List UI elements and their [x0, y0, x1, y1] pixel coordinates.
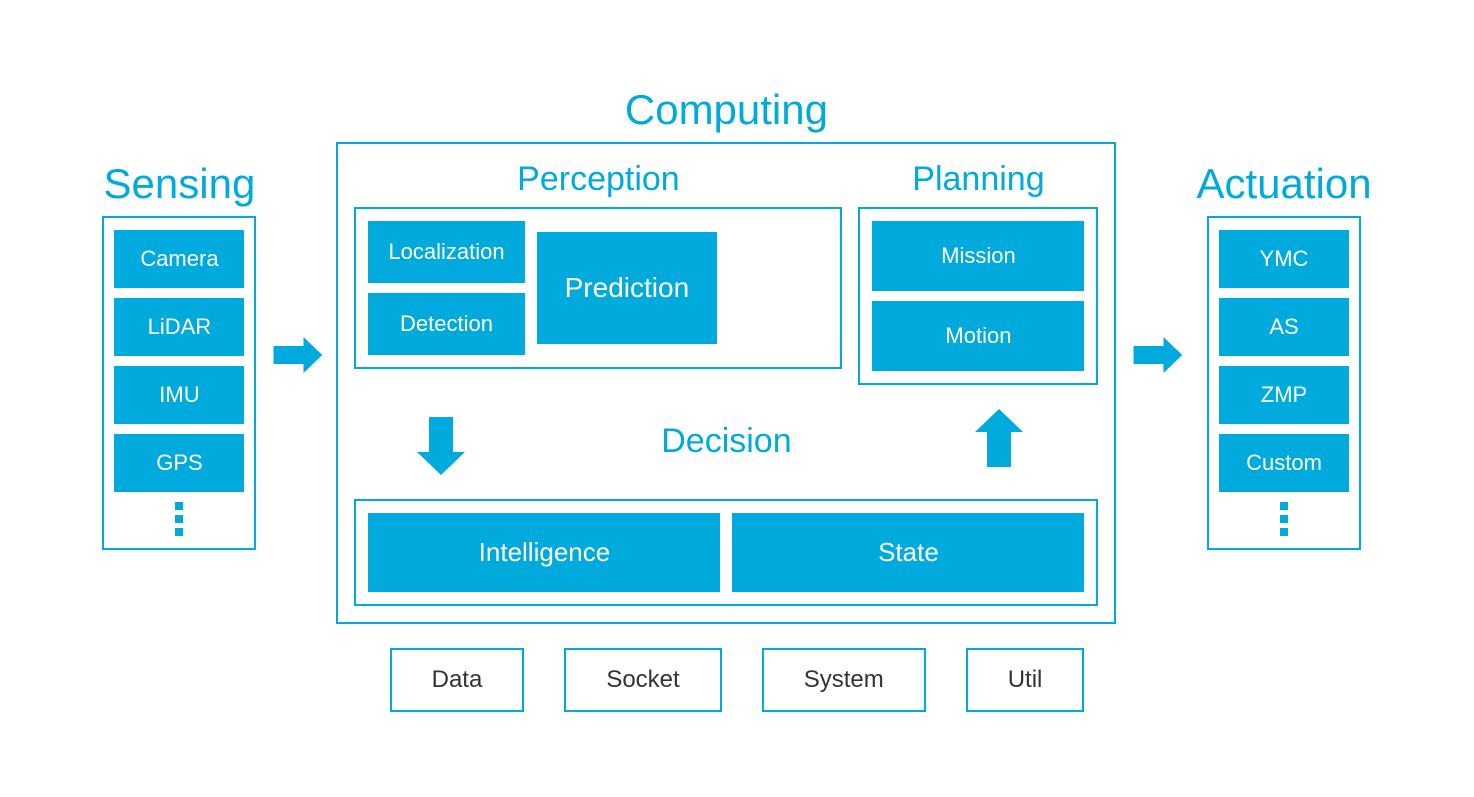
bottom-system: System	[762, 648, 926, 712]
arrow-computing-actuation	[1126, 325, 1186, 385]
intelligence-box: Intelligence	[368, 513, 720, 592]
main-row: Sensing Camera LiDAR IMU GPS Computing	[0, 86, 1474, 624]
bottom-util: Util	[966, 648, 1085, 712]
dot-1	[175, 502, 183, 510]
dot-a1	[1280, 502, 1288, 510]
computing-section: Computing Perception Localization Detect…	[336, 86, 1116, 624]
bottom-socket: Socket	[564, 648, 721, 712]
diagram: Sensing Camera LiDAR IMU GPS Computing	[0, 0, 1474, 797]
sensor-imu: IMU	[114, 366, 244, 424]
arrow-sensing-computing	[266, 325, 326, 385]
dot-a2	[1280, 515, 1288, 523]
perception-title: Perception	[517, 160, 680, 199]
computing-box: Perception Localization Detection Predic…	[336, 142, 1116, 624]
dot-3	[175, 528, 183, 536]
motion-box: Motion	[872, 301, 1084, 371]
actuation-column: YMC AS ZMP Custom	[1207, 216, 1361, 550]
perception-section: Perception Localization Detection Predic…	[354, 160, 842, 369]
planning-inner: Mission Motion	[858, 207, 1098, 385]
sensor-gps: GPS	[114, 434, 244, 492]
arrow-up-area	[912, 407, 1098, 477]
dot-a3	[1280, 528, 1288, 536]
perception-inner: Localization Detection Prediction	[354, 207, 842, 369]
actuation-title: Actuation	[1196, 160, 1371, 208]
mission-box: Mission	[872, 221, 1084, 291]
planning-title: Planning	[912, 160, 1044, 199]
actuator-custom: Custom	[1219, 434, 1349, 492]
arrow-down-area	[354, 407, 540, 477]
planning-section: Planning Mission Motion	[858, 160, 1098, 385]
detection-box: Detection	[368, 293, 524, 355]
sensing-column: Camera LiDAR IMU GPS	[102, 216, 256, 550]
decision-inner: Intelligence State	[354, 499, 1098, 606]
computing-title: Computing	[625, 86, 828, 134]
perception-planning-row: Perception Localization Detection Predic…	[354, 160, 1098, 385]
sensing-dots	[175, 502, 183, 536]
prediction-box: Prediction	[537, 232, 718, 344]
bottom-data: Data	[390, 648, 525, 712]
decision-label: Decision	[540, 422, 912, 461]
actuation-dots	[1280, 502, 1288, 536]
sensor-camera: Camera	[114, 230, 244, 288]
state-box: State	[732, 513, 1084, 592]
actuator-as: AS	[1219, 298, 1349, 356]
bottom-row: Data Socket System Util	[390, 648, 1085, 712]
sensor-lidar: LiDAR	[114, 298, 244, 356]
actuation-section: Actuation YMC AS ZMP Custom	[1196, 160, 1371, 550]
dot-2	[175, 515, 183, 523]
sensing-title: Sensing	[104, 160, 256, 208]
perception-left: Localization Detection	[368, 221, 524, 355]
sensing-section: Sensing Camera LiDAR IMU GPS	[102, 160, 256, 550]
mid-arrows-row: Decision	[354, 401, 1098, 483]
actuator-ymc: YMC	[1219, 230, 1349, 288]
localization-box: Localization	[368, 221, 524, 283]
actuator-zmp: ZMP	[1219, 366, 1349, 424]
